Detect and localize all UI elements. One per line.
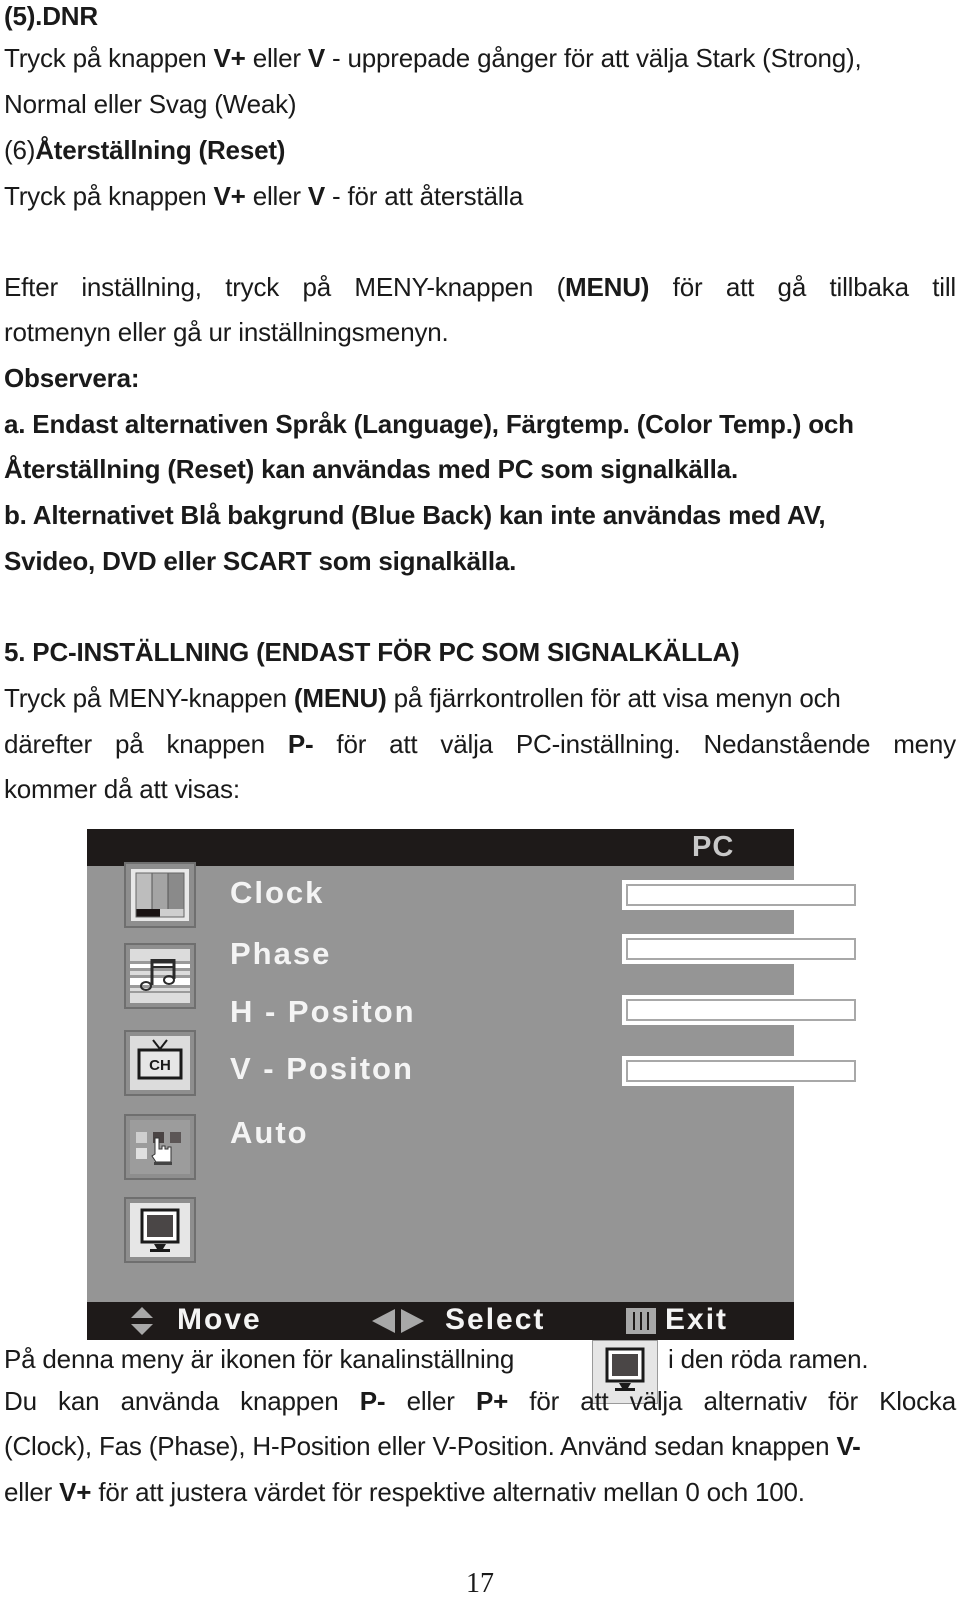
v-position-value-bar[interactable] [622, 1056, 860, 1086]
hint-exit: Exit [665, 1303, 729, 1336]
after-menu-line-1a: På denna meny är ikonen för kanalinställ… [4, 1344, 515, 1374]
sound-icon[interactable] [124, 943, 196, 1009]
menu-item-clock[interactable]: Clock [230, 875, 324, 911]
after-menu-line-1b: i den röda ramen. [668, 1344, 869, 1374]
after-menu-line-2: Du kan använda knappen P- eller P+ för a… [4, 1386, 956, 1416]
pc-line-1: Tryck på MENY-knappen (MENU) på fjärrkon… [4, 683, 841, 713]
dnr-line-1: Tryck på knappen V+ eller V - upprepade … [4, 43, 862, 73]
menu-item-h-position[interactable]: H - Positon [230, 994, 416, 1030]
note-heading: Observera: [4, 363, 140, 393]
note-a-line-2: Återställning (Reset) kan användas med P… [4, 454, 738, 484]
after-menu-line-4: eller V+ för att justera värdet för resp… [4, 1477, 805, 1507]
pc-section-heading: 5. PC-INSTÄLLNING (ENDAST FÖR PC SOM SIG… [4, 637, 740, 667]
after-menu-line-3: (Clock), Fas (Phase), H-Position eller V… [4, 1431, 861, 1461]
pc-line-3: kommer då att visas: [4, 774, 240, 804]
osd-title: PC [692, 831, 735, 863]
phase-value-bar[interactable] [622, 934, 860, 964]
svg-text:CH: CH [149, 1057, 171, 1074]
pc-line-2: därefter på knappen P- för att välja PC-… [4, 729, 956, 759]
picture-icon[interactable] [124, 862, 196, 928]
after-settings-line-2: rotmenyn eller gå ur inställningsmenyn. [4, 317, 449, 347]
menu-button-icon [626, 1308, 656, 1334]
clock-value-bar[interactable] [622, 880, 860, 910]
reset-line-1: Tryck på knappen V+ eller V - för att åt… [4, 181, 524, 211]
note-b-line-1: b. Alternativet Blå bakgrund (Blue Back)… [4, 500, 826, 530]
menu-item-v-position[interactable]: V - Positon [230, 1051, 414, 1087]
pc-monitor-icon[interactable] [124, 1197, 196, 1263]
channel-icon[interactable]: CH [124, 1030, 196, 1096]
hint-move: Move [177, 1303, 262, 1336]
osd-hint-bar: Move Select Exit [87, 1302, 794, 1340]
reset-heading: (6)Återställning (Reset) [4, 135, 286, 165]
note-b-line-2: Svideo, DVD eller SCART som signalkälla. [4, 546, 517, 576]
function-icon[interactable] [124, 1114, 196, 1180]
h-position-value-bar[interactable] [622, 995, 860, 1025]
dnr-line-2: Normal eller Svag (Weak) [4, 89, 297, 119]
menu-item-phase[interactable]: Phase [230, 936, 331, 972]
up-down-arrow-icon [131, 1307, 153, 1335]
hint-select: Select [445, 1303, 546, 1336]
page-number: 17 [466, 1568, 494, 1599]
osd-title-bar: PC [87, 829, 794, 866]
after-settings-line-1: Efter inställning, tryck på MENY-knappen… [4, 272, 956, 302]
dnr-heading: (5).DNR [4, 1, 98, 31]
menu-item-auto[interactable]: Auto [230, 1115, 309, 1151]
left-right-arrow-icon [372, 1309, 424, 1333]
note-a-line-1: a. Endast alternativen Språk (Language),… [4, 409, 854, 439]
osd-pc-menu: PC CH Clock Phase H - Positon V - Posito… [87, 829, 860, 1340]
